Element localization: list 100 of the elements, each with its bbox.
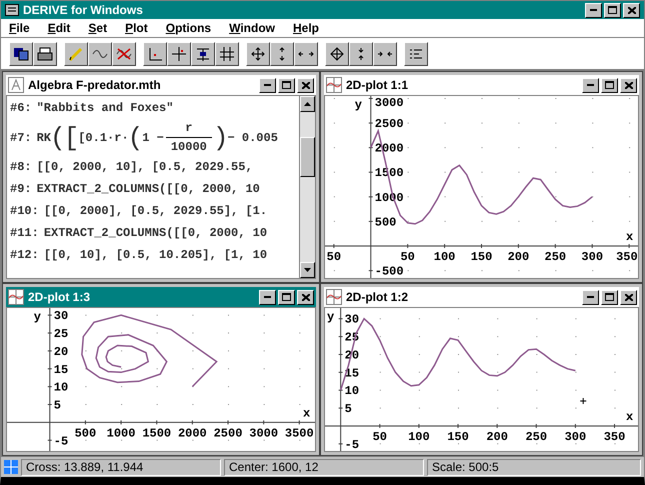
- y-tick-label: 30: [344, 312, 360, 327]
- app-icon: [5, 4, 19, 16]
- x-tick-label: 350: [604, 430, 626, 444]
- x-tick-label: 1500: [142, 426, 172, 440]
- x-axis-label: x: [626, 230, 634, 244]
- x-tick-label: 50: [400, 250, 415, 264]
- y-tick-label: 15: [54, 362, 68, 377]
- y-tick-label: 2500: [374, 117, 404, 132]
- status-field: Cross: 13.889, 11.944: [21, 458, 221, 476]
- maximize-button[interactable]: [604, 2, 621, 18]
- expression-number: #10:: [10, 203, 39, 220]
- close-button[interactable]: [623, 2, 640, 18]
- options-tool-button[interactable]: [404, 42, 428, 66]
- scroll-up-button[interactable]: [300, 96, 315, 112]
- menu-item[interactable]: Options: [166, 19, 212, 37]
- minimize-button[interactable]: [582, 290, 599, 304]
- plot-icon: [8, 289, 24, 305]
- zoom-in-vertical-tool-button[interactable]: [349, 42, 373, 66]
- close-icon: [628, 6, 636, 14]
- formula-bracket: (: [50, 122, 66, 154]
- child-window-title: 2D-plot 1:3: [28, 289, 92, 306]
- x-tick-label: 200: [508, 250, 530, 264]
- expression-number: #9:: [10, 181, 32, 198]
- formula-text: − 0.005: [227, 130, 278, 146]
- pencil-icon: [68, 46, 84, 62]
- minimize-button[interactable]: [259, 290, 276, 304]
- y-tick-label: 3000: [374, 96, 404, 110]
- x-tick-label: 3000: [249, 426, 278, 440]
- maximize-button[interactable]: [278, 290, 295, 304]
- copy-tool-button[interactable]: [9, 42, 33, 66]
- y-tick-label: 10: [344, 384, 360, 398]
- child-window-title: 2D-plot 1:2: [346, 289, 410, 306]
- child-window-title: 2D-plot 1:1: [346, 77, 410, 94]
- y-tick-label: -500: [374, 264, 404, 278]
- x-tick-label: 100: [408, 430, 430, 444]
- zoom-in-both-tool-button[interactable]: [325, 42, 349, 66]
- y-tick-label: 5: [54, 398, 61, 413]
- minimize-button[interactable]: [582, 78, 599, 92]
- zoom-both-tool-button[interactable]: [246, 42, 270, 66]
- zoom-horizontal-tool-button[interactable]: [294, 42, 318, 66]
- x-axis-label: x: [626, 410, 634, 424]
- menu-item[interactable]: Plot: [125, 19, 148, 37]
- expression-number: #7:: [10, 130, 32, 146]
- zoom-in-horizontal-tool-button[interactable]: [373, 42, 397, 66]
- formula-bracket: ): [212, 122, 228, 154]
- x-tick-label: 200: [486, 430, 508, 444]
- x-tick-label: 100: [434, 250, 456, 264]
- menu-item[interactable]: Help: [293, 19, 320, 37]
- down-arrow-icon: [304, 268, 311, 272]
- axes-tool-button[interactable]: [143, 42, 167, 66]
- y-tick-label: 30: [54, 309, 68, 324]
- x-tick-label: 150: [470, 250, 492, 264]
- minimize-icon: [264, 84, 271, 86]
- x-tick-label: 250: [544, 250, 566, 264]
- trace-tool-button[interactable]: [191, 42, 215, 66]
- curve-tool-button[interactable]: [88, 42, 112, 66]
- expression-text: EXTRACT_2_COLUMNS([[0, 2000, 10: [44, 225, 268, 242]
- grid-tool-button[interactable]: [215, 42, 239, 66]
- minimize-button[interactable]: [585, 2, 602, 18]
- maximize-button[interactable]: [601, 78, 618, 92]
- up-arrow-icon: [304, 102, 311, 106]
- formula-text: 1 −: [142, 130, 164, 146]
- menu-item[interactable]: File: [9, 19, 30, 37]
- expression-number: #6:: [10, 100, 32, 117]
- close-button[interactable]: [620, 290, 637, 304]
- window-title: DERIVE for Windows: [23, 2, 144, 19]
- expression-text: [[0, 2000], [0.5, 2029.55], [1.: [44, 203, 268, 220]
- minimize-button[interactable]: [259, 78, 276, 92]
- menu-item[interactable]: Set: [88, 19, 108, 37]
- printer-icon: [37, 46, 53, 60]
- maximize-button[interactable]: [601, 290, 618, 304]
- close-button[interactable]: [297, 290, 314, 304]
- maximize-button[interactable]: [278, 78, 295, 92]
- close-button[interactable]: [620, 78, 637, 92]
- x-tick-label: 350: [616, 250, 638, 264]
- x-tick-label: 2500: [214, 426, 242, 440]
- minimize-icon: [264, 296, 271, 298]
- scroll-down-button[interactable]: [300, 262, 315, 278]
- menu-item[interactable]: Edit: [48, 19, 70, 37]
- x-tick-label: 50: [372, 430, 387, 444]
- scroll-thumb[interactable]: [300, 137, 315, 177]
- menu-item[interactable]: Window: [229, 19, 275, 37]
- x-tick-label: 1000: [106, 426, 136, 440]
- crosshair-icon: [171, 46, 187, 60]
- y-tick-label: -5: [344, 438, 360, 451]
- cross-tool-button[interactable]: [167, 42, 191, 66]
- scrollbar[interactable]: [299, 96, 315, 278]
- zoom-vertical-tool-button[interactable]: [270, 42, 294, 66]
- expression-text: EXTRACT_2_COLUMNS([[0, 2000, 10: [36, 181, 260, 198]
- y-axis-label: y: [354, 98, 362, 112]
- formula-bracket: [: [64, 122, 80, 154]
- close-icon: [624, 294, 632, 300]
- pencil-tool-button[interactable]: [64, 42, 88, 66]
- delete-plot-tool-button[interactable]: [112, 42, 136, 66]
- grid-icon: [4, 460, 18, 474]
- print-tool-button[interactable]: [33, 42, 57, 66]
- y-tick-label: 500: [374, 215, 396, 230]
- close-button[interactable]: [297, 78, 314, 92]
- formula-text: [0.1·r·: [78, 130, 129, 146]
- trace-icon: [195, 46, 211, 60]
